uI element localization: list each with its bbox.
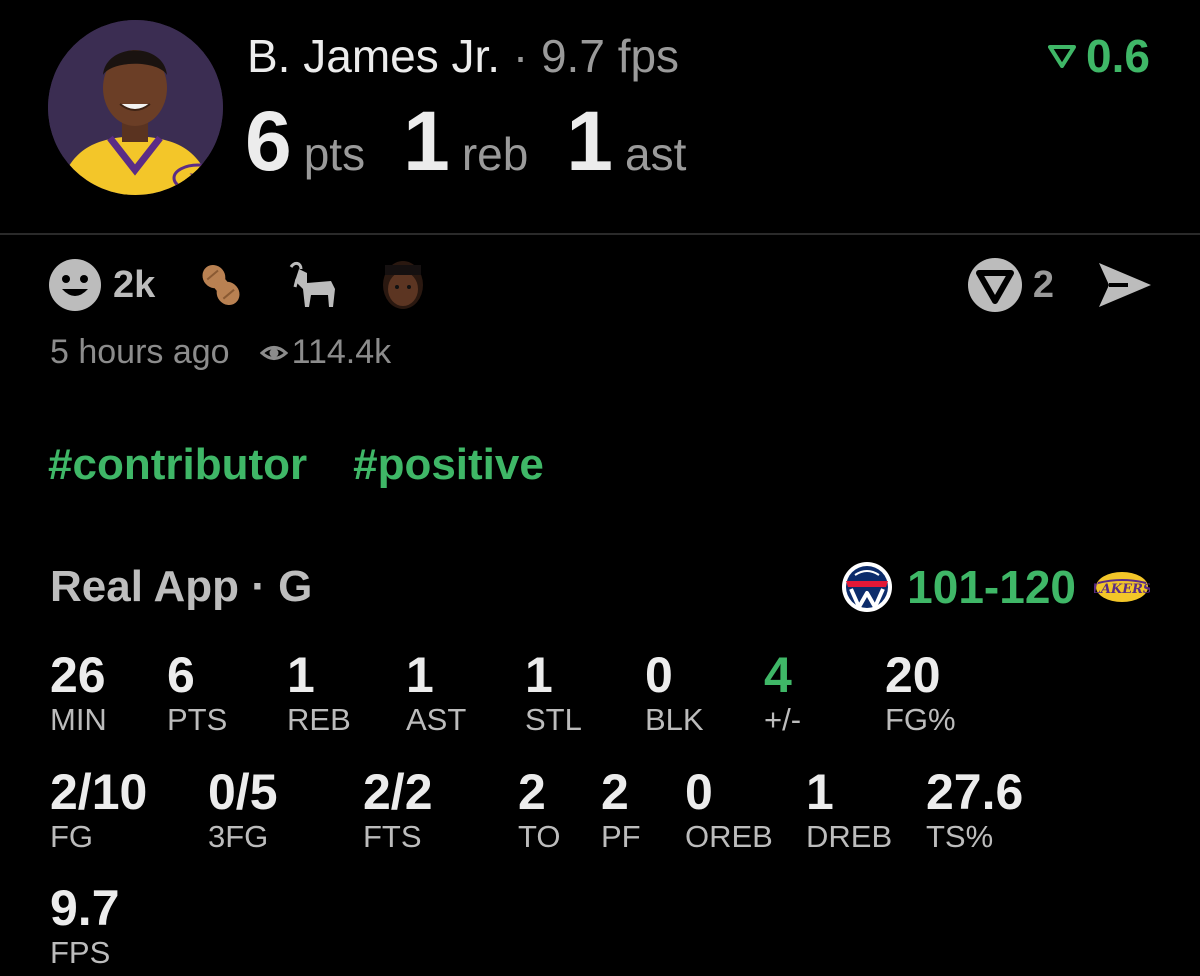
stat-value: 2/10 (50, 764, 148, 820)
post-meta: 5 hours ago 114.4k (50, 333, 391, 372)
wizards-logo-icon (842, 562, 893, 612)
stat-oreb: 0 OREB (685, 765, 773, 855)
stat-value: 0 (685, 764, 713, 820)
stat-fg: 2/10 FG (50, 765, 147, 855)
smiley-icon[interactable] (47, 257, 103, 313)
stat-ts-pct: 27.6 TS% (926, 765, 1023, 855)
player-face-icon[interactable] (379, 259, 427, 311)
post-title: B. James Jr. · 9.7 fps (247, 28, 679, 84)
stat-value: 1 (287, 647, 315, 703)
stat-reb: 1 REB (287, 648, 351, 738)
stat-label: DREB (806, 819, 893, 854)
stat-value: 6 (167, 647, 195, 703)
stat-blk: 0 BLK (645, 648, 704, 738)
stat-3fg: 0/5 3FG (208, 765, 278, 855)
post-time: 5 hours ago (50, 333, 230, 371)
stat-to: 2 TO (518, 765, 561, 855)
stat-label: 3FG (208, 819, 269, 854)
stat-label: FTS (363, 819, 422, 854)
stat-value: 20 (885, 647, 941, 703)
svg-text:LAKERS: LAKERS (1094, 582, 1150, 597)
post-actions: 2 (965, 257, 1154, 313)
view-count-value: 114.4k (291, 333, 392, 371)
svg-text:LA: LA (187, 172, 207, 187)
assists-value: 1 (566, 94, 614, 188)
points-unit: pts (303, 128, 366, 180)
stat-value: 2/2 (363, 764, 433, 820)
stat-value: 2 (518, 764, 546, 820)
game-score-value: 101-120 (907, 561, 1076, 613)
rating-icon (1048, 45, 1077, 68)
rebounds-unit: reb (461, 128, 529, 180)
tag-list: #contributor #positive (48, 440, 590, 490)
stat-stl: 1 STL (525, 648, 582, 738)
stat-label: BLK (645, 702, 704, 737)
player-name[interactable]: B. James Jr. (247, 30, 500, 82)
stat-fg-pct: 20 FG% (885, 648, 956, 738)
stat-fts: 2/2 FTS (363, 765, 433, 855)
stat-ast: 1 AST (406, 648, 466, 738)
game-score[interactable]: 101-120 LAKERS (841, 560, 1150, 614)
rating-badge[interactable]: 0.6 (1048, 28, 1150, 84)
goat-icon[interactable] (285, 259, 341, 311)
tag-positive[interactable]: #positive (353, 440, 544, 490)
stat-value: 2 (601, 764, 629, 820)
stat-value: 4 (764, 647, 792, 703)
share-icon[interactable] (1096, 260, 1154, 310)
stat-value: 1 (406, 647, 434, 703)
stat-label: MIN (50, 702, 107, 737)
rating-value: 0.6 (1086, 30, 1150, 82)
stat-line: 6 pts 1 reb 1 ast (245, 96, 724, 186)
reaction-count[interactable]: 2k (113, 264, 155, 307)
stat-value: 27.6 (926, 764, 1024, 820)
points-value: 6 (245, 94, 292, 188)
stat-min: 26 MIN (50, 648, 107, 738)
assists-unit: ast (625, 128, 687, 180)
stat-label: PF (601, 819, 641, 854)
stat-label: PTS (167, 702, 228, 737)
lakers-logo-icon: LAKERS (1094, 572, 1150, 602)
stat-label: FPS (50, 935, 111, 970)
reply-count[interactable]: 2 (1033, 264, 1054, 307)
stat-pf: 2 PF (601, 765, 641, 855)
fantasy-points: 9.7 fps (540, 30, 680, 82)
rebounds-value: 1 (403, 94, 450, 188)
stat-plus-minus: 4 +/- (764, 648, 801, 738)
stat-value: 0 (645, 647, 673, 703)
player-avatar[interactable]: LA (48, 20, 223, 195)
stat-value: 1 (806, 764, 834, 820)
stat-label: TS% (926, 819, 994, 854)
stat-label: AST (406, 702, 467, 737)
stat-dreb: 1 DREB (806, 765, 892, 855)
stat-value: 0/5 (208, 764, 278, 820)
stat-value: 9.7 (50, 880, 120, 936)
reply-icon[interactable] (965, 256, 1025, 314)
stat-label: STL (525, 702, 582, 737)
eye-icon (259, 345, 288, 360)
tag-contributor[interactable]: #contributor (48, 440, 307, 490)
stat-fps: 9.7 FPS (50, 881, 120, 971)
stat-value: 1 (525, 647, 553, 703)
stat-label: FG% (885, 702, 956, 737)
stat-label: +/- (764, 702, 802, 737)
stat-label: FG (50, 819, 94, 854)
stat-pts: 6 PTS (167, 648, 227, 738)
title-separator: · (512, 30, 529, 82)
stat-label: TO (518, 819, 561, 854)
header-divider (0, 233, 1200, 235)
stat-value: 26 (50, 647, 106, 703)
view-count: 114.4k (259, 333, 392, 372)
reaction-row: 2k (47, 257, 465, 313)
peanut-icon[interactable] (195, 259, 247, 311)
game-title: Real App · G (50, 562, 313, 611)
stat-label: OREB (685, 819, 773, 854)
stat-label: REB (287, 702, 351, 737)
